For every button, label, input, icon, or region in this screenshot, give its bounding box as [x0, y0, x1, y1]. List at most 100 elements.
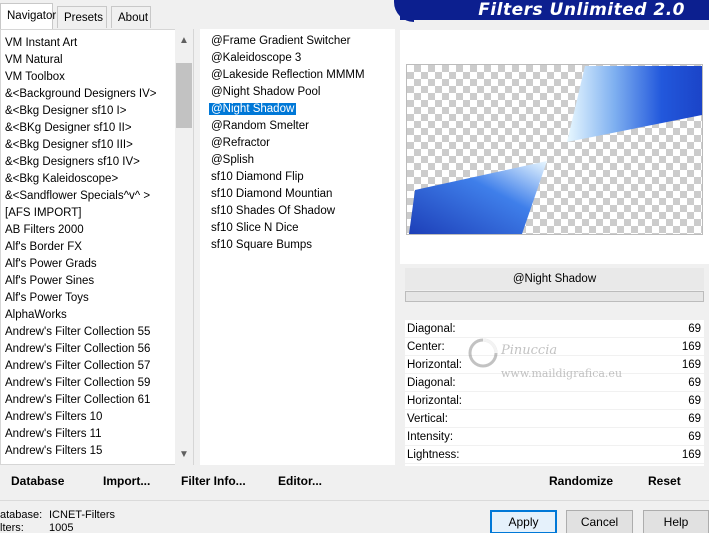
scroll-up-icon[interactable]: ▲ [175, 32, 193, 49]
filter-item[interactable]: @Splish [200, 152, 395, 169]
parameter-value[interactable]: 69 [688, 410, 701, 428]
category-item[interactable]: &<Bkg Designer sf10 I> [1, 103, 193, 120]
filter-item-label: sf10 Slice N Dice [211, 222, 299, 234]
parameter-row[interactable]: Intensity: 69 [405, 428, 704, 446]
category-item[interactable]: Andrew's Filter Collection 57 [1, 358, 193, 375]
scroll-down-icon[interactable]: ▼ [175, 446, 193, 463]
database-value: ICNET-Filters [49, 509, 115, 521]
category-item[interactable]: Alf's Power Grads [1, 256, 193, 273]
filters-count-label: lters: [0, 522, 24, 533]
parameter-label: Intensity: [407, 431, 454, 443]
filter-item-label: sf10 Shades Of Shadow [211, 205, 336, 217]
preview-image [406, 64, 703, 235]
category-list[interactable]: VM Instant Art VM Natural VM Toolbox &<Back… [0, 29, 194, 465]
parameter-row[interactable]: Diagonal: 69 [405, 320, 704, 338]
filter-item[interactable]: @Refractor [200, 135, 395, 152]
parameter-label: Center: [407, 341, 445, 353]
filter-list[interactable]: @Frame Gradient Switcher @Kaleidoscope 3 @… [200, 29, 395, 465]
filter-item[interactable]: @Night Shadow [200, 101, 395, 118]
filter-item-label: @Night Shadow Pool [211, 86, 321, 98]
category-item[interactable]: Alf's Power Toys [1, 290, 193, 307]
app-title-banner: Filters Unlimited 2.0 [394, 0, 709, 22]
database-button[interactable]: Database [11, 474, 64, 488]
filter-item[interactable]: sf10 Square Bumps [200, 237, 395, 254]
tab-presets[interactable]: Presets [57, 6, 107, 28]
parameter-value[interactable]: 69 [688, 320, 701, 338]
parameter-row[interactable]: Horizontal: 69 [405, 392, 704, 410]
cancel-button[interactable]: Cancel [566, 510, 633, 533]
parameter-row[interactable]: Horizontal: 169 [405, 356, 704, 374]
filter-item-label: @Night Shadow [209, 103, 297, 115]
filter-item[interactable]: @Night Shadow Pool [200, 84, 395, 101]
parameter-value[interactable]: 69 [688, 428, 701, 446]
filter-item[interactable]: sf10 Diamond Flip [200, 169, 395, 186]
category-item[interactable]: Andrew's Filter Collection 59 [1, 375, 193, 392]
filter-item[interactable]: @Random Smelter [200, 118, 395, 135]
filter-item[interactable]: sf10 Shades Of Shadow [200, 203, 395, 220]
tab-about[interactable]: About [111, 6, 151, 28]
category-item[interactable]: Alf's Power Sines [1, 273, 193, 290]
help-button[interactable]: Help [643, 510, 709, 533]
filter-item-label: @Refractor [211, 137, 270, 149]
filter-item[interactable]: sf10 Diamond Mountian [200, 186, 395, 203]
selected-filter-name: @Night Shadow [405, 268, 704, 290]
parameter-row[interactable]: Lightness: 169 [405, 446, 704, 464]
parameter-label: Diagonal: [407, 323, 456, 335]
filter-item-label: @Frame Gradient Switcher [211, 35, 351, 47]
category-item[interactable]: &<Bkg Designers sf10 IV> [1, 154, 193, 171]
filter-item-label: @Kaleidoscope 3 [211, 52, 302, 64]
category-item[interactable]: &<Bkg Kaleidoscope> [1, 171, 193, 188]
parameter-value[interactable]: 169 [682, 338, 701, 356]
category-item[interactable]: Alf's Border FX [1, 239, 193, 256]
filter-item[interactable]: sf10 Slice N Dice [200, 220, 395, 237]
parameter-value[interactable]: 169 [682, 446, 701, 464]
category-scrollbar[interactable]: ▲ ▼ [175, 29, 193, 465]
filter-item[interactable]: @Kaleidoscope 3 [200, 50, 395, 67]
parameter-row[interactable]: Diagonal: 69 [405, 374, 704, 392]
category-item[interactable]: Andrew's Filters 10 [1, 409, 193, 426]
parameter-label: Lightness: [407, 449, 460, 461]
editor-button[interactable]: Editor... [278, 474, 322, 488]
reset-button[interactable]: Reset [648, 474, 681, 488]
parameter-label: Vertical: [407, 413, 448, 425]
category-item[interactable]: &<Background Designers IV> [1, 86, 193, 103]
category-item[interactable]: &<Sandflower Specials^v^ > [1, 188, 193, 205]
filter-item-label: sf10 Square Bumps [211, 239, 313, 251]
category-item[interactable]: &<BKg Designer sf10 II> [1, 120, 193, 137]
parameter-row[interactable]: Center: 169 [405, 338, 704, 356]
category-item[interactable]: AlphaWorks [1, 307, 193, 324]
filter-item[interactable]: @Frame Gradient Switcher [200, 33, 395, 50]
randomize-button[interactable]: Randomize [549, 474, 613, 488]
category-item[interactable]: Andrew's Filters 11 [1, 426, 193, 443]
parameter-row[interactable]: Vertical: 69 [405, 410, 704, 428]
filter-item[interactable]: @Lakeside Reflection MMMM [200, 67, 395, 84]
parameter-panel[interactable]: Diagonal: 69 Center: 169 Horizontal: 169 Diago… [405, 320, 704, 466]
database-label: atabase: [0, 509, 43, 521]
category-item[interactable]: AB Filters 2000 [1, 222, 193, 239]
category-item[interactable]: Andrew's Filter Collection 55 [1, 324, 193, 341]
category-item[interactable]: VM Natural [1, 52, 193, 69]
tab-navigator[interactable]: Navigator [0, 3, 56, 29]
filter-item-label: @Random Smelter [211, 120, 309, 132]
app-title: Filters Unlimited 2.0 [478, 0, 685, 20]
category-item[interactable]: Andrew's Filter Collection 56 [1, 341, 193, 358]
category-item[interactable]: [AFS IMPORT] [1, 205, 193, 222]
filter-item-label: @Lakeside Reflection MMMM [211, 69, 365, 81]
parameter-label: Horizontal: [407, 359, 462, 371]
parameter-value[interactable]: 69 [688, 392, 701, 410]
filter-item-label: sf10 Diamond Mountian [211, 188, 333, 200]
filter-info-button[interactable]: Filter Info... [181, 474, 246, 488]
scroll-thumb[interactable] [176, 63, 192, 128]
category-item[interactable]: &<Bkg Designer sf10 III> [1, 137, 193, 154]
category-item[interactable]: Andrew's Filter Collection 61 [1, 392, 193, 409]
parameter-value[interactable]: 169 [682, 356, 701, 374]
category-item[interactable]: Andrew's Filters 15 [1, 443, 193, 460]
filter-item-label: @Splish [211, 154, 254, 166]
parameter-label: Horizontal: [407, 395, 462, 407]
category-item[interactable]: VM Instant Art [1, 35, 193, 52]
apply-button[interactable]: Apply [490, 510, 557, 533]
progress-bar [405, 291, 704, 302]
import-button[interactable]: Import... [103, 474, 150, 488]
category-item[interactable]: VM Toolbox [1, 69, 193, 86]
parameter-value[interactable]: 69 [688, 374, 701, 392]
